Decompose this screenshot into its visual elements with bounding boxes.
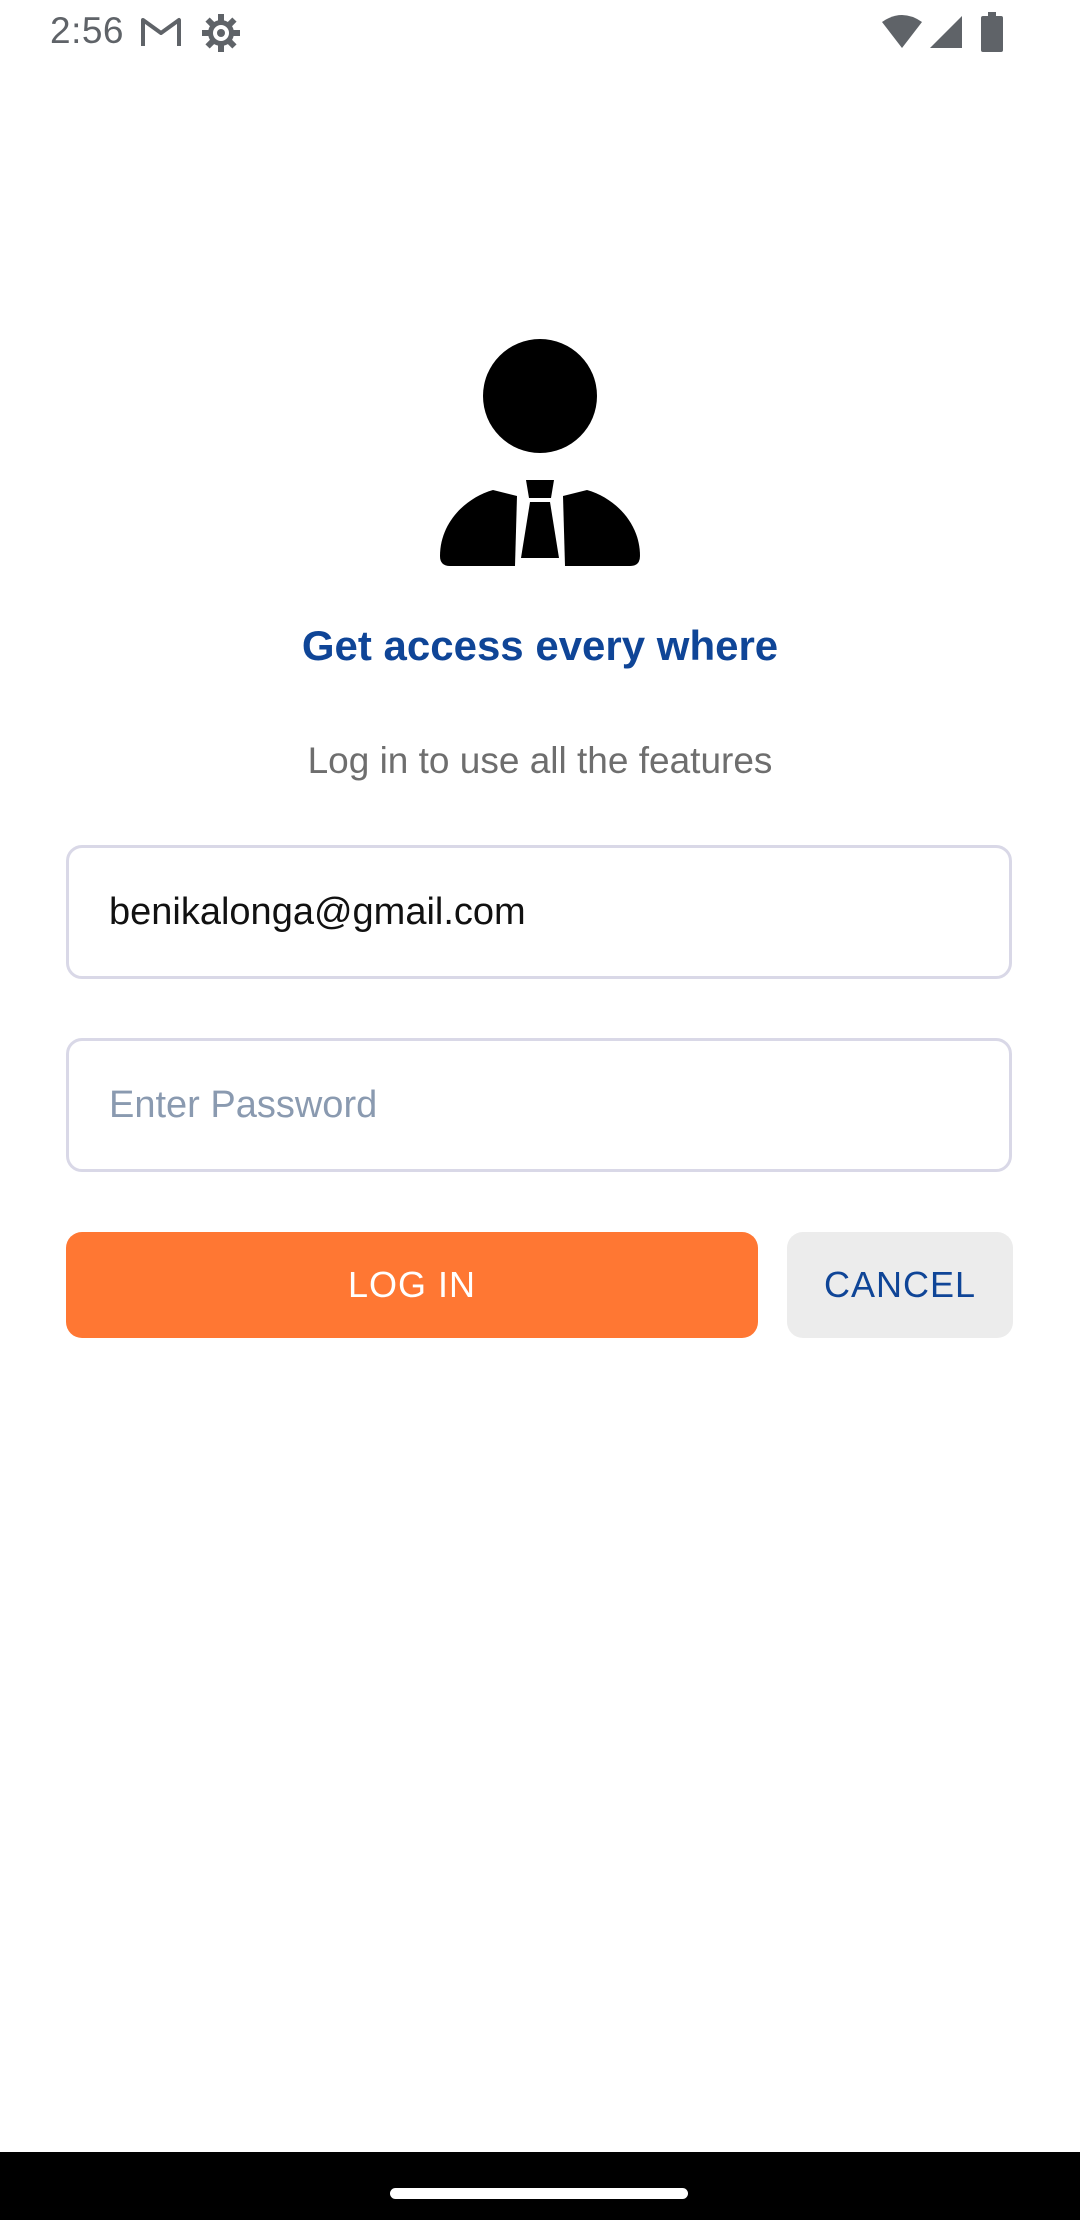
home-gesture-handle[interactable] [390,2188,688,2199]
status-time: 2:56 [50,10,125,51]
cancel-button[interactable]: CANCEL [787,1232,1013,1338]
status-bar: 2:56 [0,0,1080,66]
gmail-icon [141,18,181,46]
email-field[interactable] [66,845,1012,979]
signal-icon [930,16,962,48]
businessman-avatar-icon [440,339,640,566]
password-field[interactable] [66,1038,1012,1172]
login-screen: 2:56 Get access every where Log in to us… [0,0,1080,2220]
navigation-bar [0,2152,1080,2220]
wifi-icon [882,15,922,48]
battery-icon [981,12,1003,52]
login-button[interactable]: LOG IN [66,1232,758,1338]
settings-icon [202,14,240,52]
headline: Get access every where [301,622,779,669]
subheadline: Log in to use all the features [307,740,773,781]
